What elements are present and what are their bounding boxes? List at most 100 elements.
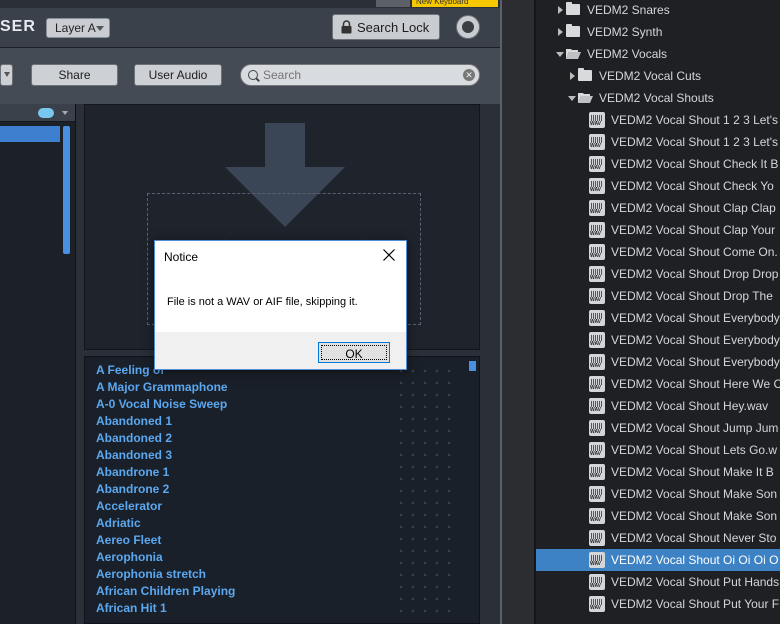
file-row[interactable]: VEDM2 Vocal Shout Check Yo (536, 175, 780, 197)
category-scrollbar[interactable] (63, 126, 70, 254)
layer-select[interactable]: Layer A (46, 18, 110, 38)
search-field[interactable]: ✕ (240, 64, 480, 86)
chevron-right-icon[interactable] (558, 28, 563, 36)
patch-list-item[interactable]: Abandoned 3 (96, 448, 235, 465)
search-lock-button[interactable]: Search Lock (332, 14, 440, 40)
file-label: VEDM2 Vocal Shout Jump Jum (611, 421, 779, 435)
folder-icon (566, 2, 580, 15)
file-row[interactable]: VEDM2 Vocal Shout Drop The (536, 285, 780, 307)
file-row[interactable]: VEDM2 Vocal Shout Never Sto (536, 527, 780, 549)
tree-folder-vedm2-vocal-cuts[interactable]: VEDM2 Vocal Cuts (536, 65, 780, 87)
file-label: VEDM2 Vocal Shout Check Yo (611, 179, 774, 193)
wav-file-icon (589, 112, 605, 128)
patch-list-item[interactable]: A Major Grammaphone (96, 380, 235, 397)
folder-icon (566, 24, 580, 37)
search-input[interactable] (263, 67, 459, 83)
file-label: VEDM2 Vocal Shout Here We C (611, 377, 780, 391)
file-row[interactable]: VEDM2 Vocal Shout Oi Oi Oi O (536, 549, 780, 571)
patch-list-item[interactable]: Aerophonia stretch (96, 567, 235, 584)
file-row[interactable]: VEDM2 Vocal Shout Put Your F (536, 593, 780, 615)
file-row[interactable]: VEDM2 Vocal Shout Come On. (536, 241, 780, 263)
wav-file-icon (589, 156, 605, 172)
close-icon[interactable] (382, 248, 396, 262)
chevron-down-icon[interactable] (556, 52, 564, 57)
category-panel-header (0, 104, 75, 122)
file-row[interactable]: VEDM2 Vocal Shout Here We C (536, 373, 780, 395)
file-row[interactable]: VEDM2 Vocal Shout Make Son (536, 483, 780, 505)
menu-dropdown-button[interactable] (0, 64, 13, 86)
ok-button[interactable]: OK (318, 342, 390, 363)
patch-list-scrollbar[interactable] (469, 361, 476, 371)
file-row[interactable]: VEDM2 Vocal Shout Clap Your (536, 219, 780, 241)
file-row[interactable]: VEDM2 Vocal Shout Everybody (536, 351, 780, 373)
category-panel (0, 104, 76, 624)
category-selected-row[interactable] (0, 126, 60, 142)
file-row[interactable]: VEDM2 Vocal Shout Drop Drop (536, 263, 780, 285)
file-row[interactable]: VEDM2 Vocal Shout Lets Go.w (536, 439, 780, 461)
chevron-down-icon[interactable] (568, 96, 576, 101)
patch-list-item[interactable]: Aerophonia (96, 550, 235, 567)
file-row[interactable]: VEDM2 Vocal Shout Put Hands (536, 571, 780, 593)
file-label: VEDM2 Vocal Shout Put Your F (611, 597, 780, 611)
file-row[interactable]: VEDM2 Vocal Shout 1 2 3 Let's (536, 109, 780, 131)
patch-list-item[interactable]: Abandrone 2 (96, 482, 235, 499)
wav-file-icon (589, 420, 605, 436)
chevron-down-icon (4, 72, 10, 77)
wav-file-icon (589, 200, 605, 216)
wav-file-icon (589, 596, 605, 612)
patch-list-item[interactable]: Abandrone 1 (96, 465, 235, 482)
folder-label: VEDM2 Vocal Cuts (599, 69, 702, 83)
wav-file-icon (589, 442, 605, 458)
patch-list-item[interactable]: Adriatic (96, 516, 235, 533)
chevron-down-icon[interactable] (62, 111, 68, 115)
file-label: VEDM2 Vocal Shout Put Hands (611, 575, 780, 589)
wav-file-icon (589, 398, 605, 414)
brand-logo-text: SER (0, 18, 36, 35)
wav-file-icon (589, 288, 605, 304)
patch-list-item[interactable]: African Hit 1 (96, 601, 235, 618)
wav-file-icon (589, 464, 605, 480)
file-label: VEDM2 Vocal Shout Drop Drop (611, 267, 779, 281)
tree-folder-vedm2-snares[interactable]: VEDM2 Snares (536, 0, 780, 21)
file-row[interactable]: VEDM2 Vocal Shout Make Son (536, 505, 780, 527)
patch-list-item[interactable]: African Children Playing (96, 584, 235, 601)
notification-banner[interactable]: New Keyboard (412, 0, 498, 7)
file-label: VEDM2 Vocal Shout Never Sto (611, 531, 777, 545)
search-lock-label: Search Lock (357, 20, 430, 35)
file-label: VEDM2 Vocal Shout 1 2 3 Let's (611, 113, 779, 127)
file-row[interactable]: VEDM2 Vocal Shout Clap Clap (536, 197, 780, 219)
file-row[interactable]: VEDM2 Vocal Shout 1 2 3 Let's (536, 131, 780, 153)
file-label: VEDM2 Vocal Shout Everybody (611, 333, 780, 347)
link-toggle-icon[interactable] (38, 108, 54, 118)
patch-list-item[interactable]: Abandoned 2 (96, 431, 235, 448)
file-row[interactable]: VEDM2 Vocal Shout Hey.wav (536, 395, 780, 417)
file-row[interactable]: VEDM2 Vocal Shout Everybody (536, 307, 780, 329)
tree-folder-vedm2-vocals[interactable]: VEDM2 Vocals (536, 43, 780, 65)
tree-folder-vedm2-vocal-shouts[interactable]: VEDM2 Vocal Shouts (536, 87, 780, 109)
wav-file-icon (589, 266, 605, 282)
file-row[interactable]: VEDM2 Vocal Shout Make It B (536, 461, 780, 483)
patch-list-item[interactable]: A-0 Vocal Noise Sweep (96, 397, 235, 414)
screen: New Keyboard SER Layer A Search Lock Sha… (0, 0, 780, 624)
clear-search-icon[interactable]: ✕ (463, 69, 475, 81)
tree-folder-vedm2-synth[interactable]: VEDM2 Synth (536, 21, 780, 43)
share-button[interactable]: Share (31, 64, 118, 86)
file-row[interactable]: VEDM2 Vocal Shout Jump Jum (536, 417, 780, 439)
wav-file-icon (589, 508, 605, 524)
patch-list-item[interactable]: Accelerator (96, 499, 235, 516)
patch-list-item[interactable]: Abandoned 1 (96, 414, 235, 431)
file-row[interactable]: VEDM2 Vocal Shout Everybody (536, 329, 780, 351)
power-icon[interactable] (456, 15, 480, 39)
file-label: VEDM2 Vocal Shout Make It B (611, 465, 774, 479)
chevron-right-icon[interactable] (558, 6, 563, 14)
lock-icon (341, 20, 352, 34)
chevron-right-icon[interactable] (570, 72, 575, 80)
user-audio-button[interactable]: User Audio (134, 64, 222, 86)
file-label: VEDM2 Vocal Shout Everybody (611, 311, 780, 325)
window-divider[interactable] (500, 0, 536, 624)
file-label: VEDM2 Vocal Shout Make Son (611, 509, 778, 523)
file-row[interactable]: VEDM2 Vocal Shout Check It B (536, 153, 780, 175)
wav-file-icon (589, 530, 605, 546)
patch-list-dots (395, 365, 459, 615)
patch-list-item[interactable]: Aereo Fleet (96, 533, 235, 550)
